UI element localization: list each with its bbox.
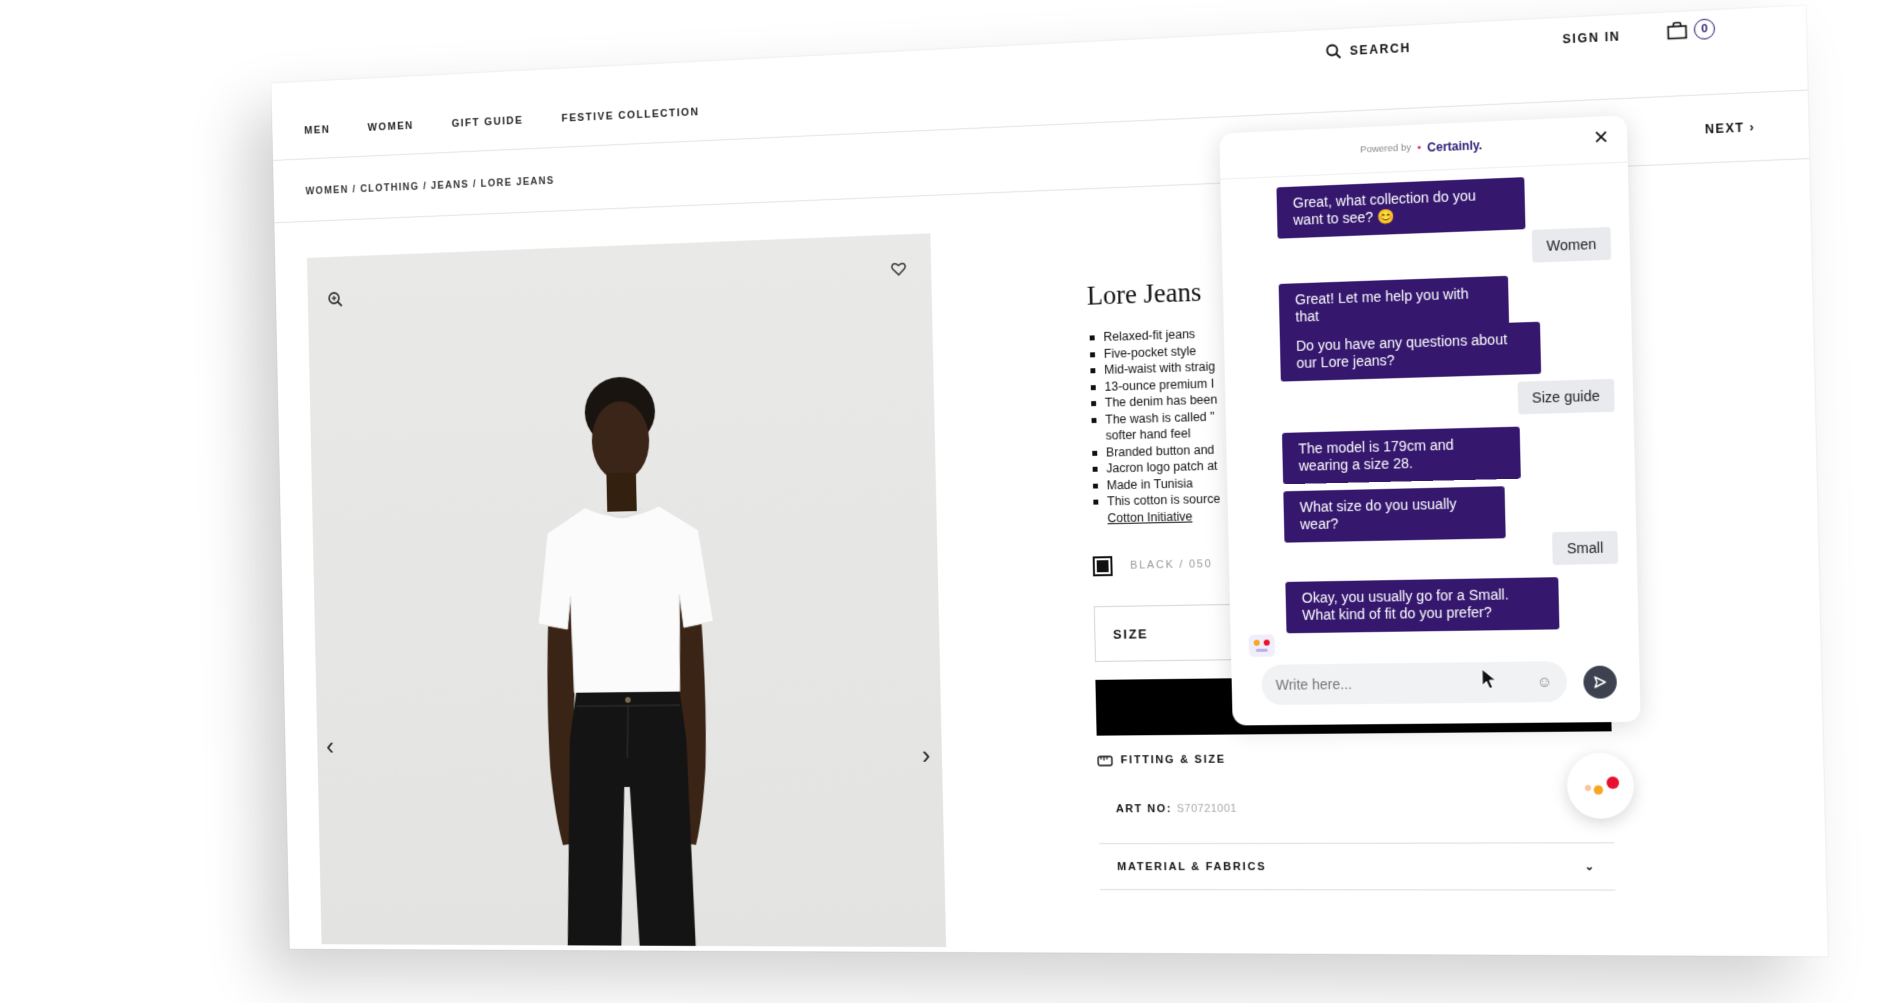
art-no-value: S70721001 [1176, 802, 1238, 816]
bag-button[interactable]: 0 [1666, 18, 1716, 41]
product-page: MEN WOMEN GIFT GUIDE FESTIVE COLLECTION … [271, 5, 1828, 957]
size-label: SIZE [1112, 625, 1149, 642]
bag-count-badge: 0 [1693, 18, 1716, 40]
heart-icon[interactable] [891, 262, 907, 281]
cotton-initiative-link[interactable]: Cotton Initiative [1107, 509, 1192, 525]
user-message: Small [1552, 530, 1619, 565]
color-label: BLACK / 050 [1130, 558, 1213, 572]
send-button[interactable] [1583, 665, 1618, 699]
breadcrumb-clothing[interactable]: CLOTHING [360, 181, 419, 195]
search-icon [1325, 43, 1341, 60]
search-button[interactable]: SEARCH [1325, 40, 1411, 60]
bot-message: What size do you usually wear? [1283, 486, 1506, 543]
scene: MEN WOMEN GIFT GUIDE FESTIVE COLLECTION … [0, 0, 1891, 1003]
chat-launcher-icon [1584, 776, 1620, 795]
chat-messages: Great, what collection do you want to se… [1220, 163, 1638, 657]
material-fabrics-label: MATERIAL & FABRICS [1117, 860, 1267, 873]
breadcrumb: WOMEN / CLOTHING / JEANS / LORE JEANS [305, 175, 554, 197]
mouse-cursor-icon [1481, 668, 1498, 691]
bot-message: Great, what collection do you want to se… [1276, 177, 1526, 239]
fitting-size-label: FITTING & SIZE [1120, 753, 1227, 767]
divider [1100, 889, 1616, 891]
breadcrumb-separator: / [419, 180, 432, 193]
emoji-icon[interactable]: ☺ [1536, 673, 1552, 691]
close-icon[interactable]: × [1593, 123, 1608, 151]
breadcrumb-women[interactable]: WOMEN [305, 184, 348, 197]
prev-image-arrow[interactable]: ‹ [326, 732, 334, 761]
ruler-icon [1097, 753, 1113, 767]
nav-item-men[interactable]: MEN [304, 124, 330, 137]
next-label: NEXT [1704, 120, 1745, 137]
chat-widget: Powered by • Certainly. × Great, what co… [1219, 115, 1641, 726]
breadcrumb-jeans[interactable]: JEANS [431, 179, 469, 192]
zoom-icon[interactable] [327, 291, 343, 313]
nav-item-gift-guide[interactable]: GIFT GUIDE [451, 115, 523, 130]
art-no-label: ART NO: [1115, 803, 1173, 816]
certainly-brand: Certainly. [1427, 137, 1483, 155]
product-feature-list: Relaxed-fit jeans Five-pocket style Mid-… [1088, 325, 1221, 526]
breadcrumb-separator: / [348, 183, 361, 196]
chevron-right-icon: › [1749, 119, 1756, 135]
product-image: ‹ › [306, 233, 947, 948]
bot-message: Okay, you usually go for a Small. What k… [1285, 577, 1560, 634]
material-fabrics-accordion[interactable]: MATERIAL & FABRICS ⌄ [1099, 843, 1615, 889]
breadcrumb-lore-jeans: LORE JEANS [480, 174, 555, 190]
chevron-down-icon: ⌄ [1584, 860, 1597, 874]
bot-message: Do you have any questions about our Lore… [1279, 321, 1542, 382]
chat-launcher-button[interactable] [1566, 752, 1635, 819]
nav-item-women[interactable]: WOMEN [368, 120, 414, 134]
certainly-logo-icon: • [1417, 141, 1422, 154]
feature-item-continued: Cotton Initiative [1092, 507, 1221, 526]
color-swatch-black[interactable] [1092, 556, 1113, 577]
user-message: Size guide [1517, 378, 1615, 415]
bot-avatar-icon [1248, 634, 1276, 657]
next-image-arrow[interactable]: › [922, 740, 931, 771]
main-nav: MEN WOMEN GIFT GUIDE FESTIVE COLLECTION [304, 106, 699, 136]
search-label: SEARCH [1349, 40, 1412, 58]
powered-by-label: Powered by [1360, 142, 1412, 156]
bot-message: The model is 179cm and wearing a size 28… [1281, 426, 1521, 485]
send-icon [1593, 675, 1608, 690]
nav-item-festive-collection[interactable]: FESTIVE COLLECTION [561, 106, 699, 124]
chat-input-wrapper: ☺ [1261, 661, 1568, 706]
bag-icon [1666, 21, 1687, 41]
breadcrumb-separator: / [468, 178, 481, 191]
model-figure [497, 375, 751, 948]
sign-in-link[interactable]: SIGN IN [1562, 29, 1620, 46]
user-message: Women [1531, 226, 1612, 263]
next-product-link[interactable]: NEXT › [1705, 120, 1756, 137]
